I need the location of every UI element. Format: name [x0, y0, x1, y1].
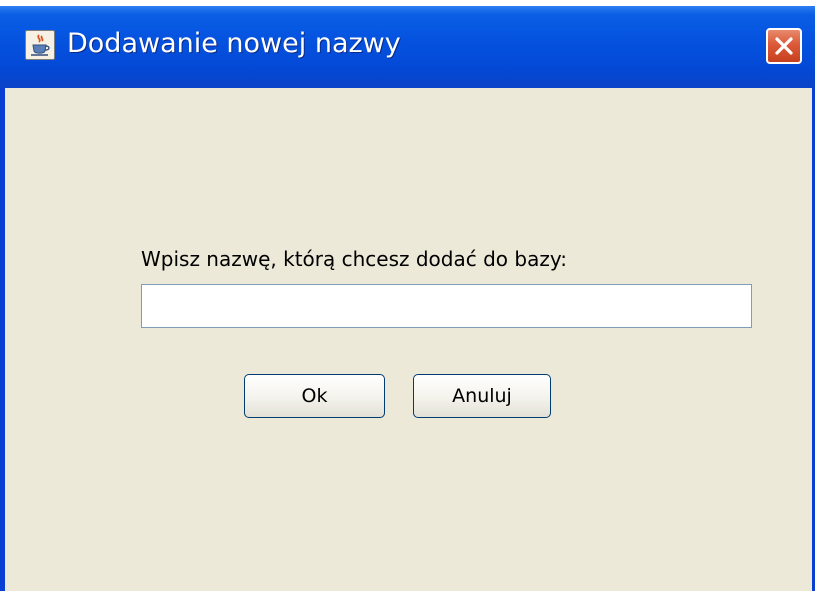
window-title: Dodawanie nowej nazwy — [67, 28, 401, 59]
ok-button[interactable]: Ok — [244, 374, 385, 418]
dialog-window: Dodawanie nowej nazwy Wpisz nazwę, którą… — [0, 6, 815, 591]
close-icon — [775, 37, 793, 55]
title-bar[interactable]: Dodawanie nowej nazwy — [0, 6, 815, 88]
prompt-label: Wpisz nazwę, którą chcesz dodać do bazy: — [141, 247, 567, 271]
name-input[interactable] — [141, 284, 752, 328]
close-button[interactable] — [766, 28, 802, 64]
cancel-button[interactable]: Anuluj — [413, 374, 551, 418]
java-cup-icon[interactable] — [25, 30, 55, 60]
